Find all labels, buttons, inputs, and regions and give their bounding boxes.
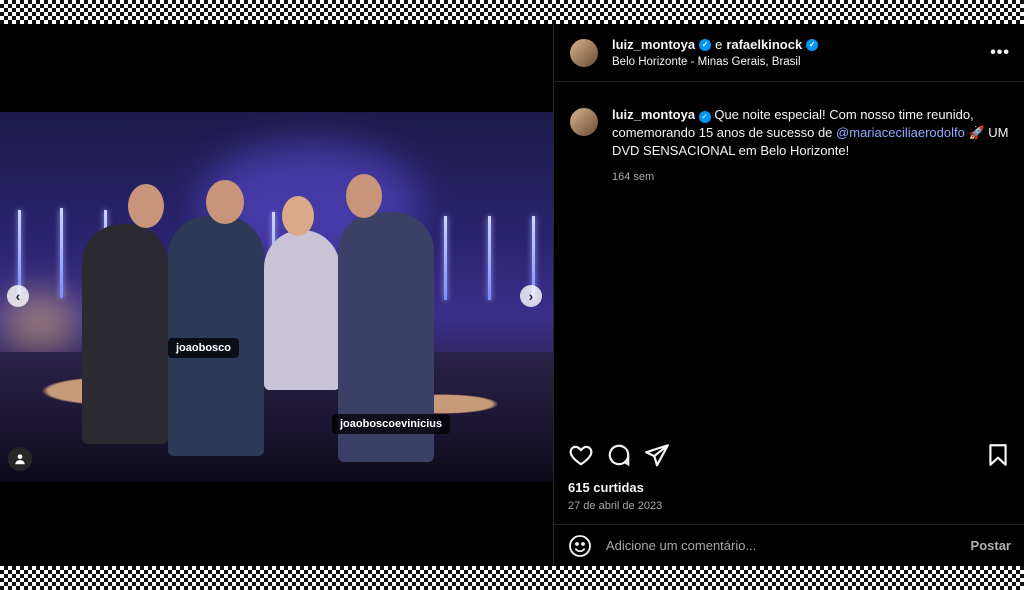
- author-username[interactable]: luiz_montoya: [612, 37, 695, 52]
- comment-input[interactable]: [606, 538, 971, 553]
- connector-text: e: [715, 37, 723, 52]
- mention-link[interactable]: @mariaceciliaerodolfo: [836, 125, 965, 140]
- comment-icon[interactable]: [606, 442, 632, 468]
- share-icon[interactable]: [644, 442, 670, 468]
- caption: luiz_montoya ✓ Que noite especial! Com n…: [554, 82, 1024, 186]
- avatar[interactable]: [568, 36, 600, 69]
- likes-count[interactable]: 615 curtidas: [568, 480, 644, 495]
- heart-icon[interactable]: [568, 442, 594, 468]
- user-tag[interactable]: joaoboscoevinicius: [332, 414, 451, 434]
- bookmark-icon[interactable]: [985, 442, 1011, 468]
- user-tag[interactable]: joaobosco: [168, 338, 240, 358]
- action-bar: [554, 440, 1024, 470]
- post-photo: [0, 112, 553, 482]
- background-pattern-bottom: [0, 566, 1024, 590]
- post-header: luiz_montoya ✓ e rafaelkinock ✓ Belo Hor…: [554, 24, 1024, 82]
- verified-icon: ✓: [806, 38, 819, 51]
- collaborator-username[interactable]: rafaelkinock: [726, 37, 802, 52]
- post-date[interactable]: 27 de abril de 2023: [568, 500, 662, 512]
- post-comment-button[interactable]: Postar: [971, 538, 1011, 553]
- background-pattern-top: [0, 0, 1024, 24]
- post-details-panel: luiz_montoya ✓ e rafaelkinock ✓ Belo Hor…: [553, 24, 1024, 566]
- previous-image-button[interactable]: ‹: [7, 285, 29, 307]
- next-image-button[interactable]: ›: [520, 285, 542, 307]
- post-media: joaobosco joaoboscoevinicius ‹ ›: [0, 24, 553, 566]
- emoji-icon[interactable]: [568, 534, 592, 558]
- caption-username[interactable]: luiz_montoya: [612, 107, 695, 122]
- comment-bar: Postar: [554, 524, 1024, 566]
- verified-icon: ✓: [699, 38, 712, 51]
- avatar[interactable]: [568, 106, 600, 138]
- location-link[interactable]: Belo Horizonte - Minas Gerais, Brasil: [612, 56, 990, 68]
- user-tag-icon[interactable]: [8, 447, 32, 471]
- post-modal: joaobosco joaoboscoevinicius ‹ › luiz_mo…: [0, 24, 1024, 566]
- verified-icon: ✓: [698, 111, 711, 123]
- more-options-button[interactable]: •••: [990, 44, 1010, 62]
- caption-timestamp[interactable]: 164 sem: [612, 168, 1010, 186]
